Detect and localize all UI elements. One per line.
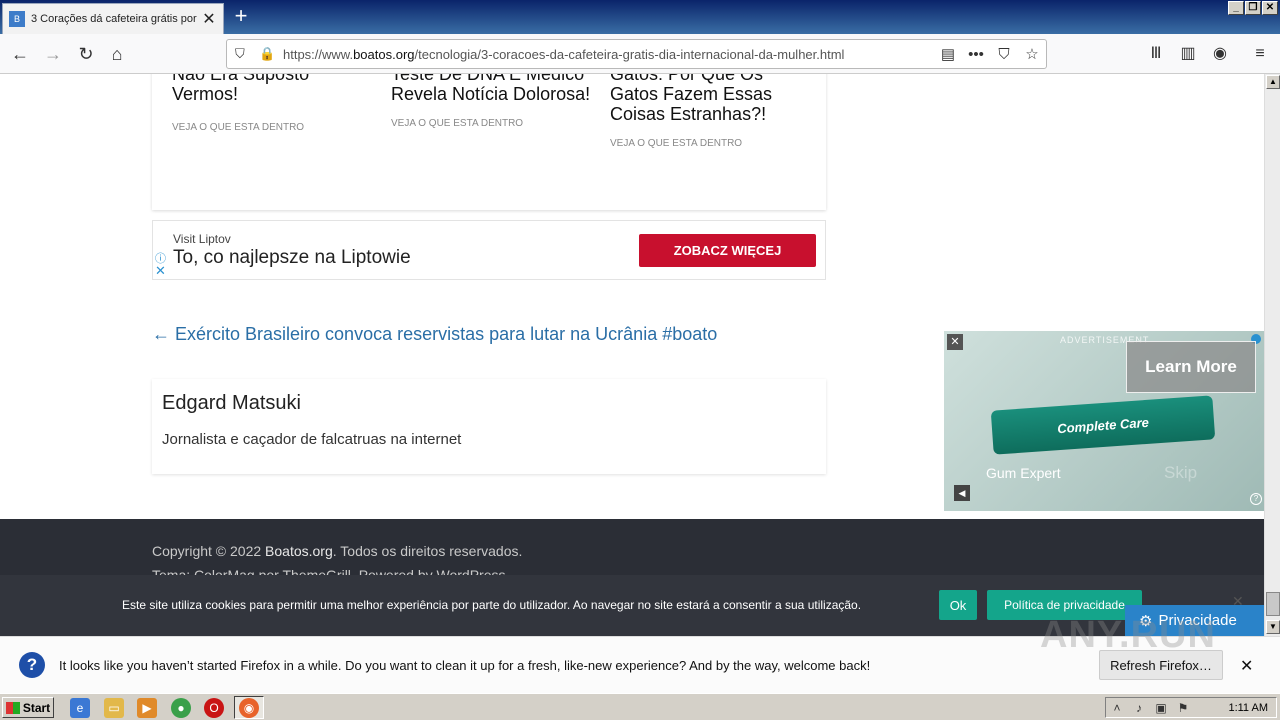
help-icon[interactable]: ? [1250,493,1262,505]
ad-headline[interactable]: To, co najlepsze na Liptowie [173,247,411,269]
back-icon[interactable]: ← [6,41,34,67]
copyright-prefix: Copyright © 2022 [152,543,266,559]
account-icon[interactable]: ◉ [1207,41,1233,67]
ad-cta-button[interactable]: ZOBACZ WIĘCEJ [639,234,816,267]
tracking-shield-icon[interactable]: ⛉ [235,46,253,62]
related-title[interactable]: Teste De DNA E Médico Revela Notícia Dol… [391,74,591,104]
related-posts: Não Era Suposto Vermos! VEJA O QUE ESTA … [152,74,826,210]
author-name: Edgard Matsuki [162,392,301,414]
author-bio: Jornalista e caçador de falcatruas na in… [162,431,462,448]
tab-title: 3 Corações dá cafeteira grátis por [31,13,197,25]
related-title[interactable]: Não Era Suposto Vermos! [172,74,372,104]
navigation-toolbar: ← → ↻ ⌂ ⛉ 🔒 https://www.boatos.org/tecno… [0,34,1280,74]
browser-titlebar: B 3 Corações dá cafeteira grátis por ✕ +… [0,0,1280,34]
toothpaste-image: Complete Care [990,395,1216,455]
close-tab-icon[interactable]: ✕ [201,9,217,29]
browser-tab[interactable]: B 3 Corações dá cafeteira grátis por ✕ [2,3,224,34]
system-tray: ˄ ♪ ▣ ⚑ 1:11 AM [1105,697,1277,718]
video-ad-tagline: Gum Expert [986,465,1061,481]
url-path: /tecnologia/3-coracoes-da-cafeteira-grat… [414,46,845,62]
close-window-icon[interactable]: ✕ [1262,1,1278,15]
web-page: Não Era Suposto Vermos! VEJA O QUE ESTA … [0,74,1264,636]
reload-icon[interactable]: ↻ [72,41,100,67]
tray-expand-icon[interactable]: ˄ [1106,701,1128,715]
ad-close-icon[interactable]: ✕ [155,263,166,279]
ad-banner[interactable]: Visit Liptov To, co najlepsze na Liptowi… [152,220,826,280]
sidebar-icon[interactable]: ▥ [1175,41,1201,67]
previous-post-link[interactable]: ← Exército Brasileiro convoca reservista… [152,324,717,345]
mute-icon[interactable]: ◀ [954,485,970,501]
related-item[interactable]: Teste De DNA E Médico Revela Notícia Dol… [391,74,591,129]
url-domain: boatos.org [353,46,415,62]
related-title[interactable]: Gatos: Por Que Os Gatos Fazem Essas Cois… [610,74,810,124]
internet-explorer-icon[interactable]: e [70,698,90,718]
reader-view-icon[interactable]: ▤ [934,45,962,63]
restore-icon[interactable]: ❐ [1245,1,1261,15]
start-label: Start [22,700,51,715]
learn-more-button[interactable]: Learn More [1126,341,1256,393]
notification-close-icon[interactable]: ✕ [1240,656,1253,676]
windows-logo-icon [5,701,20,714]
site-favicon-icon: B [9,11,25,27]
cookie-ok-button[interactable]: Ok [939,590,977,620]
related-cta[interactable]: VEJA O QUE ESTA DENTRO [391,118,591,129]
volume-icon[interactable]: ♪ [1128,701,1150,715]
skip-button[interactable]: Skip [1164,463,1197,483]
library-icon[interactable]: Ⅲ [1143,41,1169,67]
product-name: Complete Care [1056,414,1150,436]
anyrun-watermark: ANY.RUN [1040,614,1216,656]
network-icon[interactable]: ▣ [1150,701,1172,715]
firefox-taskbar-button[interactable]: ◉ [234,696,264,719]
footer-copyright: Copyright © 2022 Boatos.org. Todos os di… [152,543,522,559]
chrome-icon[interactable]: ● [171,698,191,718]
scroll-thumb[interactable] [1266,592,1280,616]
author-box: Edgard Matsuki Jornalista e caçador de f… [152,379,826,474]
related-item[interactable]: Não Era Suposto Vermos! VEJA O QUE ESTA … [172,74,372,133]
windows-taskbar: Start e ▭ ▶ ● O ◉ ˄ ♪ ▣ ⚑ 1:11 AM [0,693,1280,720]
copyright-suffix: . Todos os direitos reservados. [332,543,523,559]
page-scrollbar[interactable]: ▲ ▼ [1264,74,1280,636]
related-item[interactable]: Gatos: Por Que Os Gatos Fazem Essas Cois… [610,74,810,149]
firefox-icon: ◉ [239,698,259,718]
media-player-icon[interactable]: ▶ [137,698,157,718]
footer-site-link[interactable]: Boatos.org [265,543,333,559]
home-icon[interactable]: ⌂ [103,41,131,67]
video-ad[interactable]: ✕ ADVERTISEMENT Learn More Complete Care… [944,331,1264,511]
scroll-up-icon[interactable]: ▲ [1266,75,1280,89]
url-text[interactable]: https://www.boatos.org/tecnologia/3-cora… [283,47,934,62]
new-tab-icon[interactable]: + [229,3,253,29]
start-button[interactable]: Start [2,697,54,718]
cookie-text: Este site utiliza cookies para permitir … [122,598,862,612]
window-controls: _ ❐ ✕ [1228,1,1278,15]
menu-icon[interactable]: ≡ [1247,41,1273,67]
video-ad-close-icon[interactable]: ✕ [947,334,963,350]
url-bar[interactable]: ⛉ 🔒 https://www.boatos.org/tecnologia/3-… [226,39,1047,69]
scroll-down-icon[interactable]: ▼ [1266,620,1280,634]
question-icon: ? [19,652,45,678]
related-cta[interactable]: VEJA O QUE ESTA DENTRO [610,138,810,149]
lock-icon[interactable]: 🔒 [259,46,277,62]
ad-advertiser: Visit Liptov [173,232,231,246]
url-prefix: https://www. [283,46,354,62]
notification-text: It looks like you haven’t started Firefo… [59,658,871,673]
forward-icon[interactable]: → [39,41,67,67]
opera-icon[interactable]: O [204,698,224,718]
clock[interactable]: 1:11 AM [1228,702,1268,714]
related-cta[interactable]: VEJA O QUE ESTA DENTRO [172,122,372,133]
flag-icon[interactable]: ⚑ [1172,701,1194,715]
minimize-icon[interactable]: _ [1228,1,1244,15]
bookmark-star-icon[interactable]: ☆ [1018,45,1046,63]
pocket-icon[interactable]: ⛉ [990,46,1018,63]
page-actions-icon[interactable]: ••• [962,46,990,63]
folder-icon[interactable]: ▭ [104,698,124,718]
